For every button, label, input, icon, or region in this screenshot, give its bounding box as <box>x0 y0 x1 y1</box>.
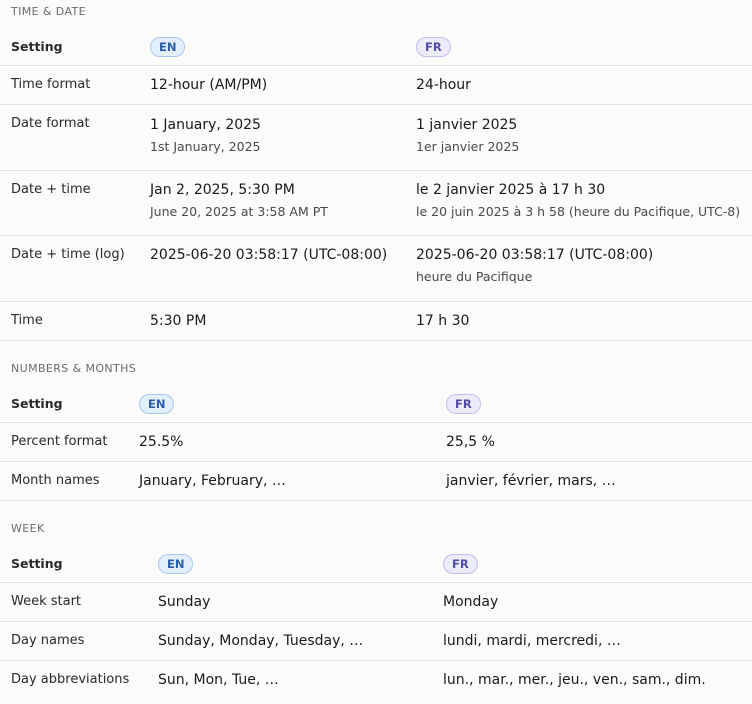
en-badge: EN <box>150 37 186 57</box>
row-date-time-log: Date + time (log) 2025-06-20 03:58:17 (U… <box>0 236 752 302</box>
en-value: January, February, … <box>139 473 286 489</box>
en-value: 5:30 PM <box>150 313 207 329</box>
fr-badge: FR <box>446 394 481 414</box>
section-title-numbers-months: NUMBERS & MONTHS <box>11 362 137 375</box>
en-value: 12-hour (AM/PM) <box>150 77 268 93</box>
en-value-secondary: June 20, 2025 at 3:58 AM PT <box>150 204 328 219</box>
row-label: Time <box>11 313 43 328</box>
fr-value-secondary: le 20 juin 2025 à 3 h 58 (heure du Pacif… <box>416 204 741 219</box>
fr-value: janvier, février, mars, … <box>446 473 616 489</box>
en-value-cell: 5:30 PM <box>150 313 206 351</box>
row-month-names: Month names January, February, … janvier… <box>0 462 752 501</box>
row-day-names: Day names Sunday, Monday, Tuesday, … lun… <box>0 622 752 661</box>
en-value: 2025-06-20 03:58:17 (UTC-08:00) <box>150 247 388 263</box>
row-percent-format: Percent format 25.5% 25,5 % <box>0 423 752 462</box>
fr-value: Monday <box>443 594 499 610</box>
fr-value: 2025-06-20 03:58:17 (UTC-08:00) <box>416 247 654 263</box>
header-row-time-date: Setting EN FR <box>0 27 752 66</box>
fr-value-cell: lun., mar., mer., jeu., ven., sam., dim. <box>443 672 706 704</box>
row-day-abbreviations: Day abbreviations Sun, Mon, Tue, … lun.,… <box>0 661 752 693</box>
row-time: Time 5:30 PM 17 h 30 <box>0 302 752 341</box>
row-label: Month names <box>11 473 100 488</box>
en-badge: EN <box>158 554 194 574</box>
row-time-format: Time format 12-hour (AM/PM) 24-hour <box>0 66 752 105</box>
section-title-time-date: TIME & DATE <box>11 5 86 18</box>
fr-value-cell: janvier, février, mars, … <box>446 473 616 511</box>
fr-value: lun., mar., mer., jeu., ven., sam., dim. <box>443 672 706 688</box>
header-row-numbers-months: Setting EN FR <box>0 384 752 423</box>
row-week-start: Week start Sunday Monday <box>0 583 752 622</box>
en-value: Sunday <box>158 594 211 610</box>
en-value: 1 January, 2025 <box>150 117 261 133</box>
fr-value: lundi, mardi, mercredi, … <box>443 633 621 649</box>
header-row-week: Setting EN FR <box>0 544 752 583</box>
en-value-cell: January, February, … <box>139 473 286 511</box>
row-date-time: Date + time Jan 2, 2025, 5:30 PM June 20… <box>0 171 752 236</box>
fr-value-cell: 17 h 30 <box>416 313 469 351</box>
fr-value: 25,5 % <box>446 434 495 450</box>
fr-value-secondary: 1er janvier 2025 <box>416 139 520 154</box>
fr-badge: FR <box>443 554 478 574</box>
fr-value: le 2 janvier 2025 à 17 h 30 <box>416 182 606 198</box>
fr-value: 17 h 30 <box>416 313 470 329</box>
row-date-format: Date format 1 January, 2025 1st January,… <box>0 105 752 171</box>
en-value: 25.5% <box>139 434 184 450</box>
row-label: Day abbreviations <box>11 672 130 687</box>
fr-value-secondary: heure du Pacifique <box>416 269 533 284</box>
en-value-cell: Sun, Mon, Tue, … <box>158 672 279 704</box>
fr-value: 1 janvier 2025 <box>416 117 518 133</box>
en-badge: EN <box>139 394 175 414</box>
en-value: Sunday, Monday, Tuesday, … <box>158 633 364 649</box>
fr-badge: FR <box>416 37 451 57</box>
fr-value: 24-hour <box>416 77 471 93</box>
en-value-secondary: 1st January, 2025 <box>150 139 261 154</box>
section-title-week: WEEK <box>11 522 45 535</box>
en-value: Sun, Mon, Tue, … <box>158 672 279 688</box>
en-value: Jan 2, 2025, 5:30 PM <box>150 182 295 198</box>
